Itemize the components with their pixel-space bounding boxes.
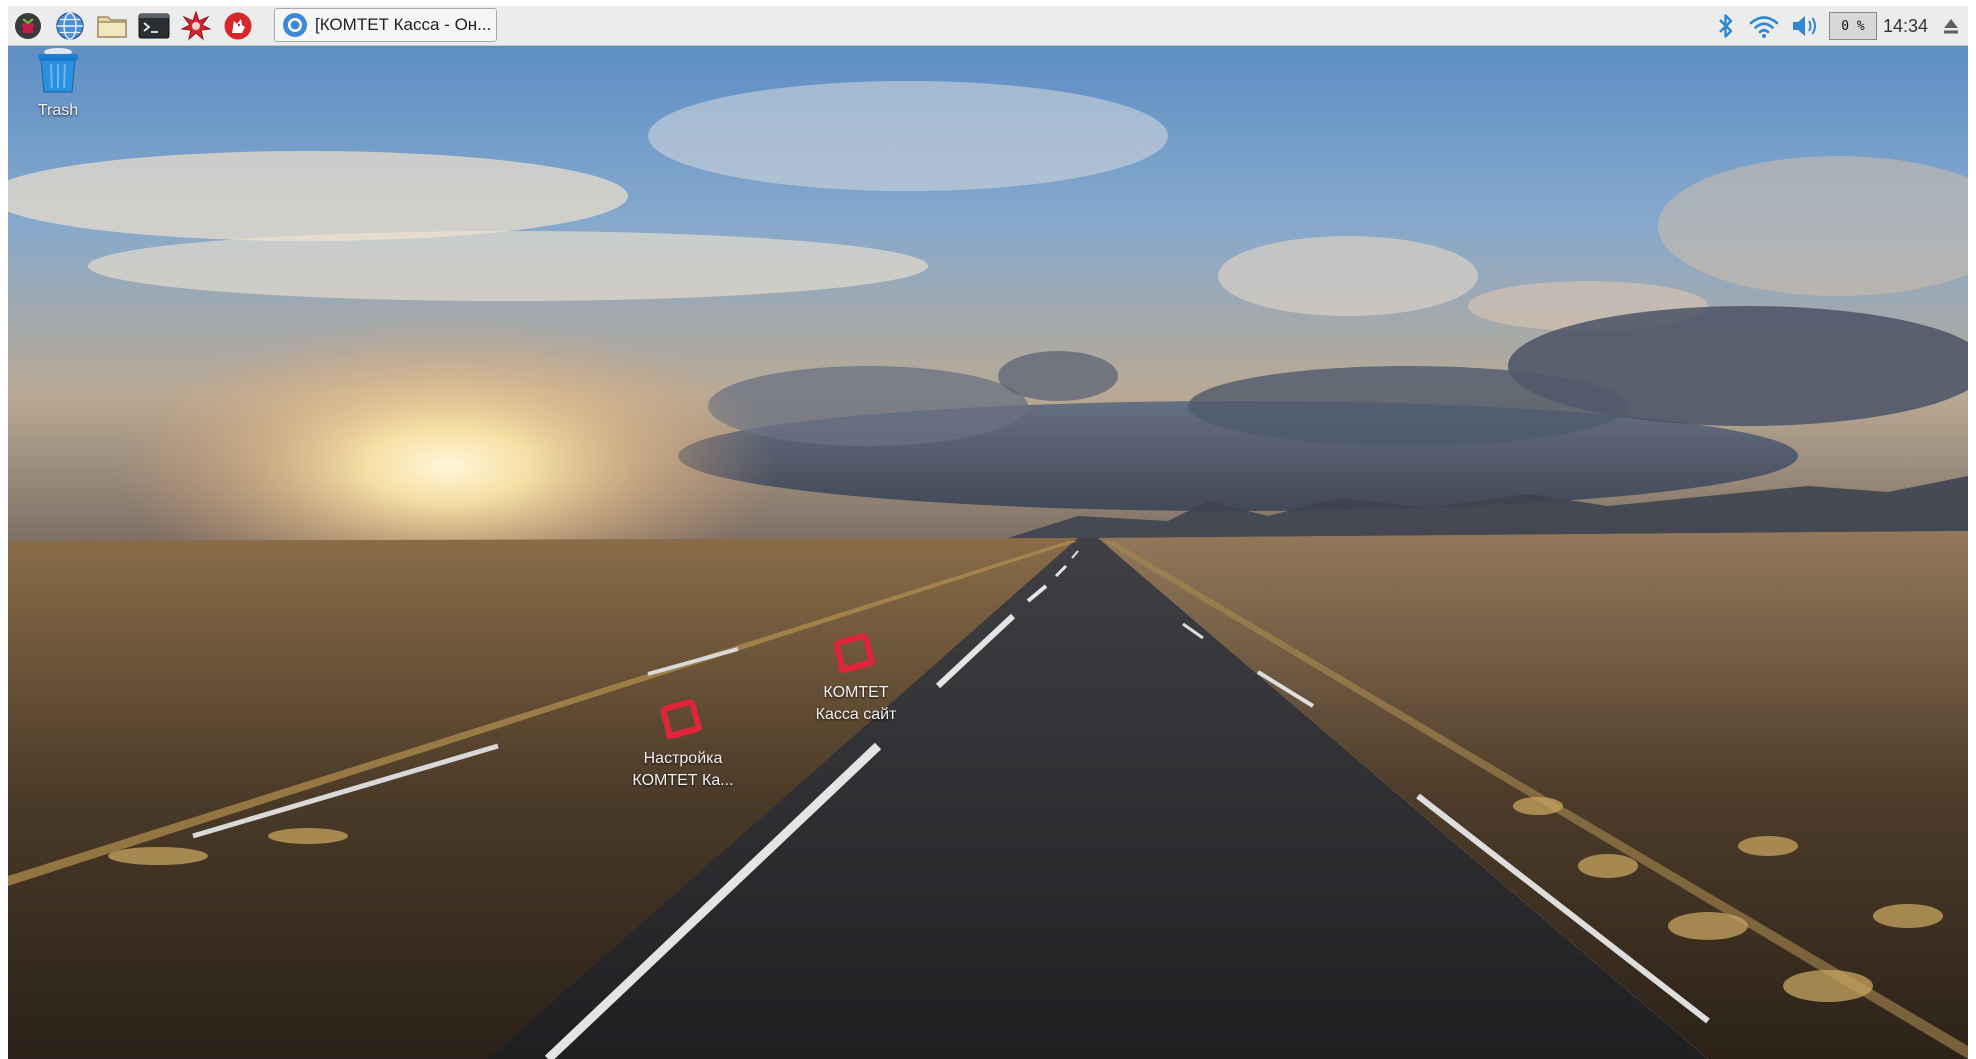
clock[interactable]: 14:34 xyxy=(1883,10,1928,42)
taskbar: [КОМТЕТ Касса - Он... 0 % 14:34 xyxy=(8,6,1968,46)
volume-button[interactable] xyxy=(1789,10,1821,42)
terminal-icon xyxy=(138,13,170,39)
desktop-icon-label-line1: Настройка xyxy=(643,750,723,767)
screen: [КОМТЕТ Касса - Он... 0 % 14:34 Trash КО… xyxy=(0,0,1976,1059)
bluetooth-button[interactable] xyxy=(1713,10,1739,42)
wifi-icon xyxy=(1749,16,1779,38)
trash-icon xyxy=(38,48,78,93)
desktop-icon-label-line2: КОМТЕТ Ка... xyxy=(632,772,734,789)
desktop-icon-komtet-settings[interactable]: Настройка КОМТЕТ Ка... xyxy=(603,698,763,792)
desktop-icon-trash[interactable]: Trash xyxy=(8,46,138,122)
task-window-title: [КОМТЕТ Касса - Он... xyxy=(315,15,492,34)
desktop[interactable]: Trash КОМТЕТ Касса сайт Настройка КОМТЕТ… xyxy=(8,46,1968,1059)
komtet-logo-icon xyxy=(660,699,702,739)
mathematica-launcher[interactable] xyxy=(180,10,212,42)
task-window-button[interactable]: [КОМТЕТ Касса - Он... xyxy=(274,8,497,42)
desktop-icon-label-line1: КОМТЕТ xyxy=(823,684,889,701)
bluetooth-icon xyxy=(1719,14,1733,38)
red-star-icon xyxy=(181,11,211,41)
wolf-icon xyxy=(224,12,252,40)
desktop-icon-komtet-site[interactable]: КОМТЕТ Касса сайт xyxy=(776,632,936,726)
globe-icon xyxy=(56,12,84,40)
file-manager-launcher[interactable] xyxy=(96,10,128,42)
wolfram-launcher[interactable] xyxy=(222,10,254,42)
web-browser-launcher[interactable] xyxy=(54,10,86,42)
raspberry-menu-button[interactable] xyxy=(12,10,44,42)
terminal-launcher[interactable] xyxy=(138,10,170,42)
komtet-logo-icon xyxy=(833,633,875,673)
desktop-icon-label: Trash xyxy=(37,102,79,119)
eject-icon xyxy=(1944,19,1958,34)
chromium-icon xyxy=(281,11,309,39)
raspberry-pi-icon xyxy=(15,13,41,39)
volume-icon xyxy=(1793,16,1816,36)
desktop-icon-label-line2: Касса сайт xyxy=(815,706,897,723)
wifi-button[interactable] xyxy=(1747,10,1781,42)
folder-icon xyxy=(97,16,127,38)
wallpaper-road-landscape xyxy=(8,46,1968,1059)
eject-button[interactable] xyxy=(1938,10,1964,42)
cpu-usage-monitor[interactable]: 0 % xyxy=(1829,12,1877,40)
